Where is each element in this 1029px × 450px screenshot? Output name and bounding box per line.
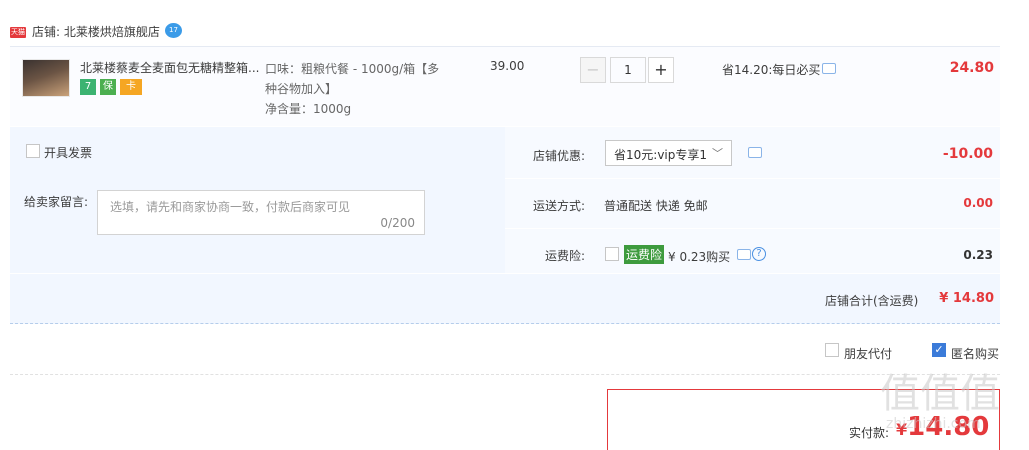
options-left-panel: 开具发票 给卖家留言: 选填，请先和商家协商一致，付款后商家可见 0/200 [10, 127, 505, 273]
shipping-amount: 0.00 [963, 196, 993, 210]
divider [505, 178, 1000, 179]
item-subtotal: 24.80 [949, 60, 994, 76]
sku-flavor-line-cont: 种谷物加入】 [265, 82, 338, 96]
comment-icon[interactable] [748, 147, 762, 158]
guarantee-icon[interactable]: 保 [100, 79, 116, 95]
shipping-label: 运送方式: [532, 199, 585, 213]
item-discount-text: 省14.20:每日必买 [722, 63, 821, 77]
anonymous-label[interactable]: 匿名购买 [951, 345, 999, 362]
friend-pay-label[interactable]: 朋友代付 [844, 345, 892, 362]
quantity-input[interactable]: 1 [610, 57, 646, 83]
shop-name-link[interactable]: 店铺: 北莱楼烘焙旗舰店 [32, 23, 160, 40]
quantity-decrease-button[interactable]: − [580, 57, 606, 83]
insurance-badge: 运费险 [624, 245, 665, 264]
order-item-row: 北莱楼蔡麦全麦面包无糖精整箱... 7保卡 口味：粗粮代餐 - 1000g/箱【… [10, 46, 1000, 126]
watermark: 值值值 zhizhizhi.com [880, 372, 1020, 432]
sku-net-weight: 净含量：1000g [265, 102, 352, 116]
chevron-down-icon: ﹀ [712, 147, 723, 160]
options-right-panel: 店铺优惠: 省10元:vip专享1 ﹀ -10.00 运送方式: 普通配送 快递… [505, 127, 1000, 273]
coupon-select[interactable]: 省10元:vip专享1 ﹀ [605, 140, 732, 166]
friend-pay-checkbox[interactable] [825, 343, 839, 357]
insurance-label: 运费险: [544, 249, 585, 263]
divider [10, 374, 1000, 375]
tmall-badge-icon: 天猫 [10, 27, 26, 38]
message-placeholder: 选填，请先和商家协商一致，付款后商家可见 [110, 200, 351, 214]
message-char-count: 0/200 [380, 216, 415, 230]
shipping-method: 普通配送 快递 免邮 [604, 199, 708, 213]
shop-total-value: ¥ 14.80 [939, 291, 994, 306]
shop-summary: 店铺合计(含运费) ¥ 14.80 [10, 274, 1000, 324]
sku-flavor-line: 口味：粗粮代餐 - 1000g/箱【多 [265, 62, 440, 76]
seven-day-return-icon[interactable]: 7 [80, 79, 96, 95]
chat-bubble-icon[interactable]: 17 [165, 23, 182, 38]
shop-header: 天猫 店铺: 北莱楼烘焙旗舰店 17 [0, 18, 1000, 44]
quantity-increase-button[interactable]: + [648, 57, 674, 83]
seller-message-textarea[interactable]: 选填，请先和商家协商一致，付款后商家可见 0/200 [97, 190, 425, 235]
divider [505, 228, 1000, 229]
credit-card-icon[interactable]: 卡 [120, 79, 142, 95]
coupon-label: 店铺优惠: [532, 149, 585, 163]
insurance-amount: 0.23 [963, 248, 993, 262]
insurance-checkbox[interactable] [605, 247, 619, 261]
service-icons: 7保卡 [80, 79, 146, 95]
order-options: 开具发票 给卖家留言: 选填，请先和商家协商一致，付款后商家可见 0/200 店… [10, 127, 1000, 273]
invoice-label[interactable]: 开具发票 [44, 144, 92, 161]
coupon-selected-value: 省10元:vip专享1 [614, 148, 708, 162]
message-label: 给卖家留言: [24, 195, 89, 209]
help-icon[interactable]: ? [752, 247, 766, 261]
comment-icon[interactable] [737, 249, 751, 260]
watermark-site: zhizhizhi.com [886, 416, 981, 432]
watermark-logo: 值值值 [880, 371, 1000, 417]
insurance-price: ¥ 0.23购买 [668, 250, 731, 264]
product-title-link[interactable]: 北莱楼蔡麦全麦面包无糖精整箱... [80, 59, 260, 76]
sku-info: 口味：粗粮代餐 - 1000g/箱【多 种谷物加入】 净含量：1000g [265, 59, 465, 119]
product-thumbnail[interactable] [22, 59, 70, 97]
coupon-amount: -10.00 [942, 146, 993, 162]
unit-price: 39.00 [490, 59, 525, 73]
invoice-checkbox[interactable] [26, 144, 40, 158]
comment-icon[interactable] [822, 63, 836, 74]
anonymous-checkbox[interactable]: ✓ [932, 343, 946, 357]
shop-total-label: 店铺合计(含运费) [825, 294, 919, 308]
